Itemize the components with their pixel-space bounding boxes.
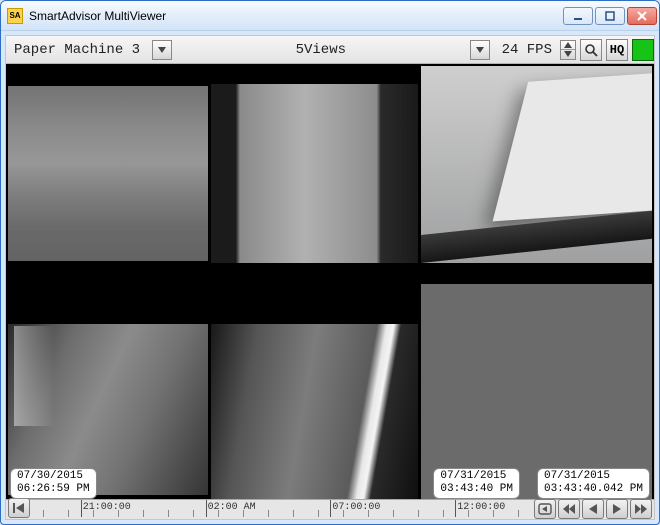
end-time-tag: 07/31/2015 03:43:40.042 PM — [537, 468, 650, 500]
toolbar: Paper Machine 3 5Views 24 FPS — [6, 36, 654, 64]
timeline-tick — [206, 500, 207, 517]
hq-toggle-button[interactable]: HQ — [606, 39, 628, 61]
timeline-tick-label: 21:00:00 — [83, 502, 131, 513]
close-button[interactable] — [627, 7, 657, 25]
play-reverse-icon — [587, 503, 599, 515]
timeline-tick — [81, 500, 82, 517]
frame-back-icon — [538, 503, 552, 515]
timeline-tick — [455, 500, 456, 517]
app-window: SA SmartAdvisor MultiViewer Paper Machin… — [0, 0, 660, 525]
app-icon: SA — [7, 8, 23, 24]
fps-up-icon[interactable] — [561, 41, 575, 51]
cursor-time: 03:43:40 PM — [440, 483, 513, 495]
start-time-tag: 07/30/2015 06:26:59 PM — [10, 468, 97, 500]
camera-view-4[interactable] — [8, 284, 208, 499]
go-to-start-button[interactable] — [8, 498, 30, 518]
machine-dropdown-button[interactable] — [152, 40, 172, 60]
camera-view-3[interactable] — [421, 66, 652, 281]
maximize-button[interactable] — [595, 7, 625, 25]
magnifier-icon — [584, 43, 598, 57]
step-forward-button[interactable] — [606, 499, 628, 519]
timeline-tick-label: 02:00 AM — [208, 502, 256, 513]
timeline-tick — [330, 500, 331, 517]
end-date: 07/31/2015 — [544, 470, 610, 482]
timeline-tick-label: 12:00:00 — [457, 502, 505, 513]
skip-start-icon — [12, 502, 26, 514]
rewind-button[interactable] — [558, 499, 580, 519]
fast-forward-icon — [634, 503, 648, 515]
views-selector: 5Views — [288, 42, 354, 58]
fps-stepper[interactable] — [560, 40, 576, 60]
start-time: 06:26:59 PM — [17, 483, 90, 495]
cursor-date: 07/31/2015 — [440, 470, 506, 482]
bottom-strip: 21:00:00 02:00 AM 07:00:00 12:00:00 — [6, 499, 654, 519]
views-dropdown-button[interactable] — [470, 40, 490, 60]
start-date: 07/30/2015 — [17, 470, 83, 482]
end-time: 03:43:40.042 PM — [544, 483, 643, 495]
machine-label: Paper Machine 3 — [6, 42, 148, 58]
machine-selector: Paper Machine 3 — [6, 40, 172, 60]
status-led — [632, 39, 654, 61]
camera-grid — [6, 64, 654, 499]
rewind-icon — [562, 503, 576, 515]
titlebar[interactable]: SA SmartAdvisor MultiViewer — [1, 1, 659, 31]
playback-controls — [534, 499, 652, 519]
camera-view-5[interactable] — [211, 284, 418, 499]
timeline-tickbar[interactable]: 21:00:00 02:00 AM 07:00:00 12:00:00 — [8, 500, 528, 517]
fps-control: 24 FPS — [496, 40, 576, 60]
cursor-time-tag: 07/31/2015 03:43:40 PM — [433, 468, 520, 500]
minimize-button[interactable] — [563, 7, 593, 25]
camera-view-1[interactable] — [8, 66, 208, 281]
play-icon — [611, 503, 623, 515]
window-title: SmartAdvisor MultiViewer — [29, 9, 563, 23]
step-back-button[interactable] — [582, 499, 604, 519]
step-back-frame-button[interactable] — [534, 499, 556, 519]
window-buttons — [563, 7, 657, 25]
content-area: Paper Machine 3 5Views 24 FPS — [5, 35, 655, 520]
fast-forward-button[interactable] — [630, 499, 652, 519]
camera-view-6-empty[interactable] — [421, 284, 652, 499]
zoom-button[interactable] — [580, 39, 602, 61]
camera-view-2[interactable] — [211, 66, 418, 281]
fps-label: 24 FPS — [496, 42, 558, 58]
timeline-tick-label: 07:00:00 — [332, 502, 380, 513]
fps-down-icon[interactable] — [561, 50, 575, 59]
views-label: 5Views — [288, 42, 354, 58]
